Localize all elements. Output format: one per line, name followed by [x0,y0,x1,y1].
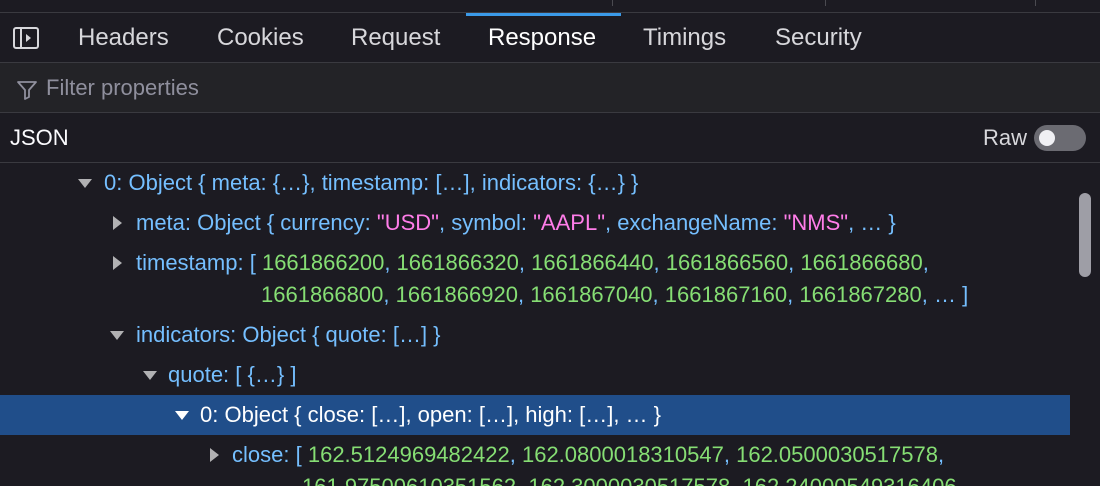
tree-row-text: meta: Object { currency: "USD", symbol: … [136,203,896,243]
raw-toggle-label: Raw [983,125,1028,150]
tree-preview: , exchangeName: [605,210,784,235]
tree-preview: Object { meta: {…}, timestamp: […], indi… [128,170,639,195]
tab-timings[interactable]: Timings [643,13,726,63]
tree-row-root[interactable]: 0: Object { meta: {…}, timestamp: […], i… [0,163,1070,203]
top-strip-divider [825,0,826,6]
number-value: 162.0800018310547 [521,442,724,467]
tree-key: close: [232,442,290,467]
expand-toggle-icon[interactable] [110,203,124,243]
number-value: 1661866920 [395,282,518,307]
raw-toggle[interactable] [1034,125,1086,151]
tree-preview: , symbol: [438,210,534,235]
number-value: 162.3000030517578 [528,474,730,486]
array-open-bracket: [ [295,442,308,467]
number-value: 1661866800 [261,282,384,307]
tree-row-text: 0: Object { meta: {…}, timestamp: […], i… [104,163,638,203]
array-close-bracket: , … ] [921,282,969,307]
expand-toggle-icon[interactable] [175,395,189,435]
expand-toggle-icon[interactable] [78,163,92,203]
number-value: 1661866560 [665,250,789,275]
tree-preview: Object { currency: [197,210,377,235]
tree-preview: [ {…} ] [235,362,297,387]
number-value: 1661866440 [531,250,654,275]
tree-preview: Object { quote: […] } [242,322,441,347]
top-strip-divider [612,0,613,6]
filter-icon [17,81,37,100]
string-value: "AAPL" [533,210,606,235]
tree-row-timestamp-wrap: 1661866800, 1661866920, 1661867040, 1661… [0,275,1070,315]
tree-key: 0: [104,170,123,195]
json-header-bar: JSON Raw [0,113,1100,163]
top-strip [0,0,1100,13]
tree-row-quote[interactable]: quote: [ {…} ] [0,355,1070,395]
tab-headers[interactable]: Headers [78,13,169,63]
sidebar-toggle-button[interactable] [12,26,40,50]
tree-key: timestamp: [136,250,244,275]
number-value: 1661866680 [800,250,923,275]
number-value: 162.24000549316406 [742,474,956,486]
number-value: 1661867160 [664,282,788,307]
string-value: "USD" [376,210,439,235]
tree-row-close-wrap: 161.97500610351562, 162.3000030517578, 1… [0,467,1070,486]
tree-key: meta: [136,210,192,235]
json-panel-title: JSON [10,125,69,150]
tree-row-meta[interactable]: meta: Object { currency: "USD", symbol: … [0,203,1070,243]
number-value: 1661867280 [799,282,922,307]
tree-preview: Object { close: […], open: […], high: […… [224,402,662,427]
tab-response[interactable]: Response [488,13,596,63]
filter-properties-input[interactable] [46,73,1046,103]
filter-bar [0,63,1100,113]
tree-row-indicators[interactable]: indicators: Object { quote: […] } [0,315,1070,355]
expand-toggle-icon[interactable] [143,355,157,395]
string-value: "NMS" [783,210,849,235]
tree-row-quote-item-selected[interactable]: 0: Object { close: […], open: […], high:… [0,395,1070,435]
number-value: 1661867040 [530,282,653,307]
number-value: 1661866320 [396,250,519,275]
number-value: 1661866200 [261,250,385,275]
active-tab-indicator [466,13,621,16]
array-open-bracket: [ [249,250,262,275]
top-strip-divider [1035,0,1036,6]
tab-bar: Headers Cookies Request Response Timings… [0,13,1100,63]
vertical-scrollbar-thumb[interactable] [1079,193,1091,277]
json-tree: 0: Object { meta: {…}, timestamp: […], i… [0,163,1070,486]
tree-key: indicators: [136,322,237,347]
raw-toggle-knob [1039,130,1055,146]
tree-preview: , … } [848,210,896,235]
tree-key: quote: [168,362,230,387]
number-value: 161.97500610351562 [302,474,516,486]
tree-row-text: quote: [ {…} ] [168,355,296,395]
number-value: 162.0500030517578 [736,442,938,467]
expand-toggle-icon[interactable] [110,315,124,355]
tree-row-text: indicators: Object { quote: […] } [136,315,441,355]
tab-cookies[interactable]: Cookies [217,13,304,63]
number-value: 162.5124969482422 [307,442,510,467]
tab-security[interactable]: Security [775,13,862,63]
tree-row-text: 161.97500610351562, 162.3000030517578, 1… [302,467,957,486]
tab-request[interactable]: Request [351,13,440,63]
tree-row-text: 0: Object { close: […], open: […], high:… [200,395,661,435]
sidebar-toggle-icon [13,27,39,49]
tree-key: 0: [200,402,219,427]
tree-row-text: 1661866800, 1661866920, 1661867040, 1661… [261,282,969,307]
